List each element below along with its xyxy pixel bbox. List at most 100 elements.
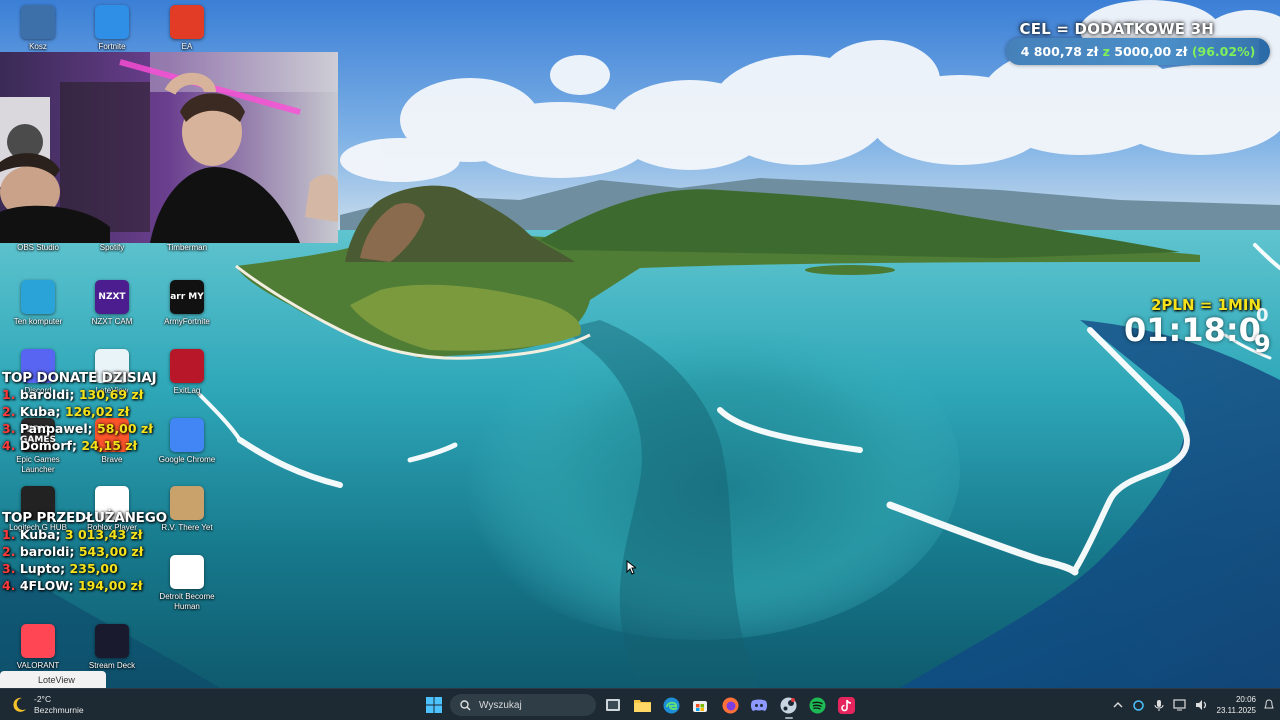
desktop-icon-label: Detroit Become Human — [159, 592, 215, 611]
leaderboard-name: 4FLOW; — [19, 578, 74, 593]
timer-rolling-digit-previous: 0 — [1256, 305, 1269, 326]
leaderboard-name: baroldi; — [19, 544, 75, 559]
desktop-icon-label: VALORANT — [16, 661, 60, 670]
tiktok-button[interactable] — [836, 695, 856, 715]
taskbar-clock[interactable]: 20:06 23.11.2025 — [1217, 694, 1256, 716]
notification-bell-icon[interactable] — [1264, 699, 1274, 711]
clock-date: 23.11.2025 — [1216, 706, 1256, 715]
valorant-icon — [21, 624, 55, 658]
leaderboard-row: 3. Lupto; 235,00 — [2, 560, 167, 577]
leaderboard-rank: 3. — [2, 561, 16, 576]
leaderboard-amount: 58,00 zł — [97, 421, 153, 436]
desktop-icon-label: Brave — [101, 455, 123, 464]
desktop-icon-valorant[interactable]: VALORANT — [0, 624, 76, 671]
file-explorer-icon — [633, 700, 651, 712]
search-icon — [460, 699, 471, 711]
nzxt-icon: NZXT — [95, 280, 129, 314]
fortnite-icon — [95, 5, 129, 39]
desktop-icon-fortnite[interactable]: Fortnite — [74, 5, 150, 52]
desktop-icon-timberman-label[interactable]: Timberman — [149, 243, 225, 252]
timer-rolling-digit: 9 — [1254, 330, 1271, 358]
top-extended-board: TOP PRZEDŁUŻANEGO 1. Kuba; 3 013,43 zł 2.… — [2, 510, 167, 594]
firefox-button[interactable] — [720, 695, 740, 715]
desktop-icon-obs-studio-label[interactable]: OBS Studio — [0, 243, 76, 252]
search-box[interactable]: Wyszukaj — [450, 694, 596, 716]
leaderboard-row: 1. Kuba; 3 013,43 zł — [2, 526, 167, 543]
leaderboard-row: 1. baroldi; 130,69 zł — [2, 386, 156, 403]
store-button[interactable] — [690, 695, 710, 715]
steam-icon — [780, 697, 796, 713]
spotify-icon — [809, 697, 825, 713]
desktop-icon-label: Kosz — [29, 42, 47, 51]
leaderboard-rank: 3. — [2, 421, 16, 436]
leaderboard-amount: 126,02 zł — [64, 404, 130, 419]
desktop-icon-stream-deck[interactable]: Stream Deck — [74, 624, 150, 671]
leaderboard-amount: 543,00 zł — [78, 544, 144, 559]
leaderboard-row: 2. baroldi; 543,00 zł — [2, 543, 167, 560]
ea-icon — [170, 5, 204, 39]
task-view-icon — [606, 699, 620, 711]
desktop-icon-label: Fortnite — [98, 42, 126, 51]
leaderboard-rank: 1. — [2, 387, 16, 402]
desktop-icon-ten-komputer[interactable]: Ten komputer — [0, 280, 76, 327]
start-button[interactable] — [424, 695, 444, 715]
chrome-icon — [170, 418, 204, 452]
volume-icon[interactable] — [1195, 699, 1208, 711]
leaderboard-name: baroldi; — [19, 387, 75, 402]
desktop-icon-kosz[interactable]: Kosz — [0, 5, 76, 52]
top-donate-board: TOP DONATE DZISIAJ 1. baroldi; 130,69 zł… — [2, 370, 157, 454]
desktop-icon-armyfortnite[interactable]: arr MY ArmyFortnite — [149, 280, 225, 327]
leaderboard-rank: 4. — [2, 578, 16, 593]
desktop-icon-spotify-label[interactable]: Spotify — [74, 243, 150, 252]
steam-button[interactable] — [778, 695, 798, 715]
store-icon — [693, 701, 707, 712]
leaderboard-amount: 235,00 — [69, 561, 118, 576]
recycle-bin-icon — [21, 5, 55, 39]
leaderboard-name: Domorf; — [19, 438, 77, 453]
weather-desc: Bezchmurnie — [34, 705, 84, 715]
rv-there-yet-icon — [170, 486, 204, 520]
edge-button[interactable] — [661, 695, 681, 715]
display-icon[interactable] — [1173, 699, 1186, 711]
running-indicator — [785, 717, 793, 719]
leaderboard-amount: 194,00 zł — [77, 578, 143, 593]
leaderboard-amount: 24,15 zł — [81, 438, 138, 453]
desktop-icon-label: NZXT CAM — [91, 317, 133, 326]
top-donate-title: TOP DONATE DZISIAJ — [2, 370, 157, 386]
goal-separator: z — [1102, 44, 1110, 59]
spotify-taskbar-button[interactable] — [807, 695, 827, 715]
leaderboard-amount: 3 013,43 zł — [64, 527, 143, 542]
desktop-icon-label: Google Chrome — [158, 455, 216, 464]
system-tray — [1113, 695, 1208, 715]
desktop-icon-exitlag[interactable]: ExitLag — [149, 349, 225, 396]
toast-label: LoteView — [38, 675, 75, 685]
discord-icon — [750, 699, 768, 711]
desktop-icon-label: Ten komputer — [13, 317, 63, 326]
edge-icon — [663, 697, 679, 713]
tiktok-icon — [837, 696, 855, 714]
task-view-button[interactable] — [603, 695, 623, 715]
desktop-icon-google-chrome[interactable]: Google Chrome — [149, 418, 225, 465]
discord-taskbar-button[interactable] — [749, 695, 769, 715]
chevron-up-icon[interactable] — [1113, 701, 1123, 709]
sync-icon[interactable] — [1132, 699, 1145, 712]
firefox-icon — [722, 697, 738, 713]
timer-value: 01:18:0 — [1124, 311, 1261, 349]
stream-deck-icon — [95, 624, 129, 658]
leaderboard-row: 4. 4FLOW; 194,00 zł — [2, 577, 167, 594]
weather-widget[interactable]: -2°C Bezchmurnie — [10, 694, 84, 716]
desktop-icon-ea[interactable]: EA — [149, 5, 225, 52]
armyfortnite-icon: arr MY — [170, 280, 204, 314]
leaderboard-name: Kuba; — [19, 527, 61, 542]
windows-icon — [426, 697, 442, 713]
microphone-icon[interactable] — [1154, 699, 1164, 712]
notification-toast[interactable]: LoteView — [0, 671, 106, 688]
desktop-icon-nzxt-cam[interactable]: NZXT NZXT CAM — [74, 280, 150, 327]
file-explorer-button[interactable] — [632, 695, 652, 715]
desktop-icon-label: ExitLag — [173, 386, 201, 395]
exitlag-icon — [170, 349, 204, 383]
desktop-icon-label: Stream Deck — [88, 661, 136, 670]
goal-target: 5000,00 zł — [1114, 44, 1188, 59]
leaderboard-name: Kuba; — [19, 404, 61, 419]
webcam-overlay — [0, 52, 338, 243]
